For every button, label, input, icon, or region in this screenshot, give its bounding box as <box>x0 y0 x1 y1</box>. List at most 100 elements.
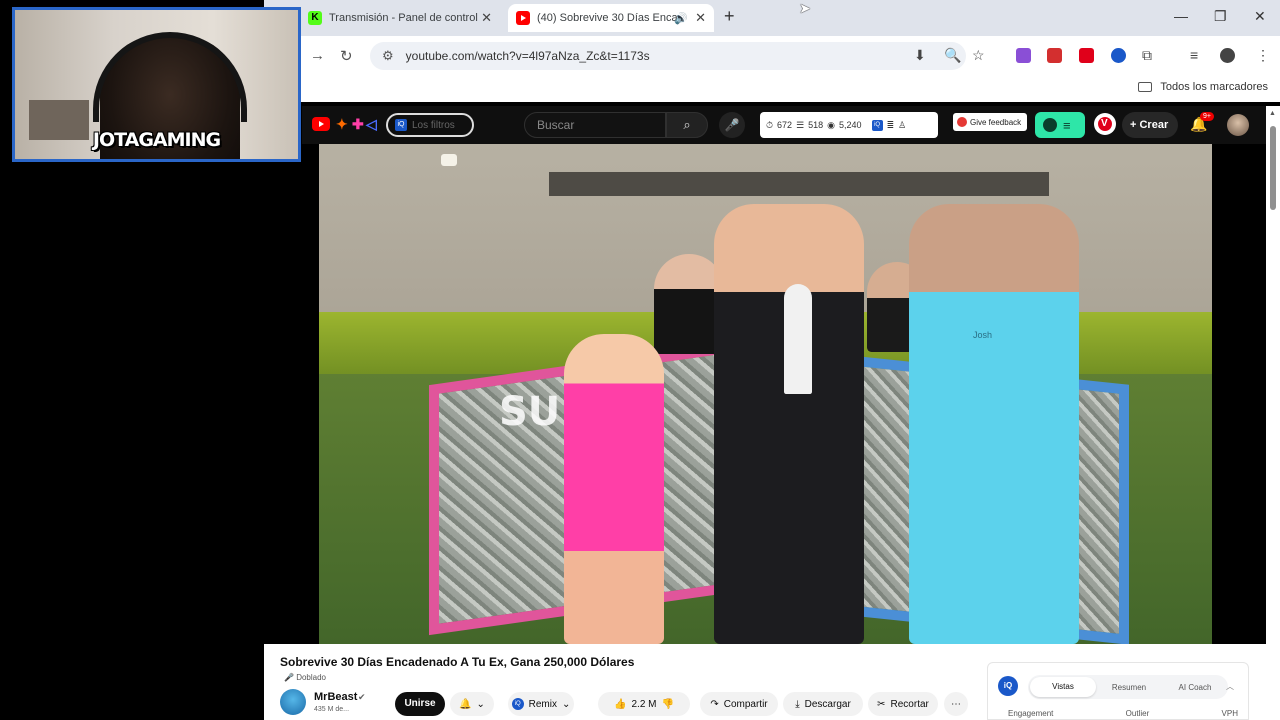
clock-icon: ⏱ <box>766 119 774 130</box>
video-player[interactable]: SU Josh <box>319 144 1212 644</box>
close-tab-icon[interactable]: ✕ <box>481 10 492 26</box>
tab-youtube-video[interactable]: (40) Sobrevive 30 Días Enca 🔊 ✕ <box>508 4 714 32</box>
speaker-icon[interactable]: 🔊 <box>674 12 688 25</box>
browser-menu-icon[interactable]: ⋮ <box>1256 47 1270 64</box>
browser-tab-strip: K Transmisión - Panel de control d ✕ (40… <box>264 0 1280 36</box>
webcam-overlay: JOTAGAMING <box>12 7 301 162</box>
channel-avatar[interactable] <box>280 689 306 715</box>
page-scrollbar[interactable]: ▲ <box>1266 106 1280 720</box>
scroll-up-icon[interactable]: ▲ <box>1269 110 1276 117</box>
zoom-icon[interactable]: 🔍 <box>944 47 961 64</box>
streamer-name: JOTAGAMING <box>92 129 221 151</box>
vidiq-metrics-row: Engagement Outlier VPH <box>1008 709 1238 718</box>
download-icon: ⤓ <box>795 698 800 710</box>
tab-kick-dashboard[interactable]: K Transmisión - Panel de control d ✕ <box>300 4 500 32</box>
search-input[interactable]: Buscar <box>524 112 666 138</box>
feedback-label: Give feedback <box>970 117 1022 127</box>
youtube-masthead: ✦ ✚ ◁ iQ Los filtros Buscar ⌕ 🎤 ⏱ 672 ☰ … <box>302 106 1280 144</box>
screen: JOTAGAMING K Transmisión - Panel de cont… <box>0 0 1280 720</box>
thumbs-up-icon: 👍 <box>614 698 627 710</box>
video-person <box>564 334 664 644</box>
video-porch-roof <box>549 172 1049 196</box>
extension-icon[interactable] <box>1047 48 1062 63</box>
close-window-icon[interactable]: ✕ <box>1254 8 1266 25</box>
youtube-logo-icon[interactable] <box>312 117 330 131</box>
tab-title: Transmisión - Panel de control d <box>329 12 479 24</box>
profile-avatar[interactable] <box>1220 48 1235 63</box>
url-text: youtube.com/watch?v=4l97aNza_Zc&t=1173s <box>405 49 650 63</box>
share-icon: ↷ <box>710 698 719 710</box>
more-actions-button[interactable]: ⋯ <box>944 692 968 716</box>
video-person-shirt <box>784 284 812 394</box>
kick-favicon-icon: K <box>308 11 322 25</box>
vidiq-filter-pill[interactable]: iQ Los filtros <box>386 113 474 137</box>
chevron-down-icon: ⌄ <box>561 698 571 710</box>
remix-button[interactable]: iQ Remix ⌄ <box>508 692 574 716</box>
tab-resumen[interactable]: Resumen <box>1096 683 1162 692</box>
maximize-icon[interactable]: ❐ <box>1214 8 1227 25</box>
award-icon: ♙ <box>898 119 907 130</box>
like-dislike-button[interactable]: 👍 2.2 M 👎 <box>598 692 690 716</box>
close-tab-icon[interactable]: ✕ <box>695 10 706 26</box>
chevron-up-icon[interactable]: ︿ <box>1226 681 1234 692</box>
site-settings-icon[interactable]: ⚙ <box>382 48 394 64</box>
browser-toolbar: → ↻ ⚙ youtube.com/watch?v=4l97aNza_Zc&t=… <box>264 36 1280 76</box>
create-button[interactable]: + Crear <box>1122 112 1178 138</box>
give-feedback-button[interactable]: Give feedback <box>953 113 1027 131</box>
subscriber-count: 435 M de... <box>314 706 350 713</box>
new-tab-button[interactable]: + <box>724 6 735 27</box>
tab-vistas[interactable]: Vistas <box>1030 677 1096 697</box>
vidiq-panel: iQ Vistas Resumen AI Coach ︿ Engagement … <box>987 662 1249 720</box>
extensions-puzzle-icon[interactable]: ⧉ <box>1142 47 1152 64</box>
extension-icon[interactable] <box>1016 48 1031 63</box>
list-icon: ≣ <box>886 119 895 130</box>
notifications-badge: 9+ <box>1200 112 1214 121</box>
reload-icon[interactable]: ↻ <box>340 47 353 65</box>
vidiq-tabs: Vistas Resumen AI Coach <box>1028 675 1228 699</box>
forward-icon[interactable]: → <box>310 47 325 64</box>
video-title: Sobrevive 30 Días Encadenado A Tu Ex, Ga… <box>280 655 635 669</box>
bookmarks-bar: Todos los marcadores <box>264 76 1280 102</box>
bookmark-star-icon[interactable]: ☆ <box>972 47 985 64</box>
video-person <box>909 204 1079 644</box>
vidiq-stats-box[interactable]: ⏱ 672 ☰ 518 ◉ 5,240 iQ ≣ ♙ <box>760 112 938 138</box>
voice-search-icon[interactable]: 🎤 <box>719 112 745 138</box>
join-button[interactable]: Unirse <box>395 692 445 716</box>
account-avatar[interactable] <box>1227 114 1249 136</box>
video-overlay-text: SU <box>499 389 561 435</box>
folder-icon <box>1138 82 1153 92</box>
install-app-icon[interactable]: ⬇ <box>914 47 926 64</box>
extension-menu-button[interactable]: ≡ <box>1035 112 1085 138</box>
tab-title: (40) Sobrevive 30 Días Enca <box>537 12 678 24</box>
all-bookmarks-folder[interactable]: Todos los marcadores <box>1138 81 1268 93</box>
v-extension-button[interactable]: V <box>1094 113 1116 135</box>
share-button[interactable]: ↷ Compartir <box>700 692 778 716</box>
v-label: V <box>1101 118 1108 129</box>
minimize-icon[interactable]: — <box>1174 8 1188 24</box>
scrollbar-thumb[interactable] <box>1270 126 1276 210</box>
media-controls-icon[interactable]: ≡ <box>1190 47 1198 63</box>
clip-button[interactable]: ✂ Recortar <box>868 692 938 716</box>
extension-icon[interactable] <box>1079 48 1094 63</box>
address-bar[interactable]: ⚙ youtube.com/watch?v=4l97aNza_Zc&t=1173… <box>370 42 966 70</box>
metric-vph: VPH <box>1221 709 1238 718</box>
clip-label: Recortar <box>890 698 929 710</box>
search-button[interactable]: ⌕ <box>666 112 708 138</box>
youtube-favicon-icon <box>516 11 530 25</box>
subscription-bell-button[interactable]: 🔔 ⌄ <box>450 692 494 716</box>
comments-icon: ☰ <box>796 119 805 130</box>
download-button[interactable]: ⤓ Descargar <box>783 692 863 716</box>
thumbs-down-icon[interactable]: 👎 <box>662 699 674 710</box>
video-lamp <box>441 154 457 166</box>
filter-label: Los filtros <box>412 119 455 131</box>
scissors-icon: ✂ <box>877 698 886 710</box>
channel-name[interactable]: MrBeast <box>314 691 357 703</box>
stat-likes: 672 <box>777 120 793 130</box>
extension-logo-icon <box>1043 118 1057 132</box>
remix-label: Remix <box>528 698 557 710</box>
video-person <box>714 204 864 644</box>
stat-comments: 518 <box>808 120 824 130</box>
tab-ai-coach[interactable]: AI Coach <box>1162 683 1228 692</box>
feedback-icon <box>957 117 967 127</box>
vidiq-extension-icon[interactable] <box>1111 48 1126 63</box>
